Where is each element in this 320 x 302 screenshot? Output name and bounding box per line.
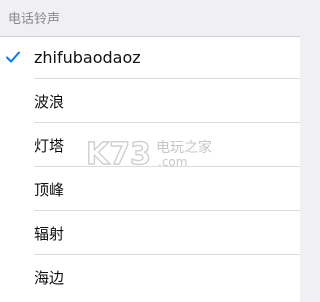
ringtone-row[interactable]: 波浪 [0,81,300,123]
row-divider [34,210,300,211]
row-divider [34,254,300,255]
ringtone-row[interactable]: 辐射 [0,213,300,255]
ringtone-list: zhifubaodaoz 波浪 灯塔 顶峰 辐射 海边 [0,36,300,302]
ringtone-label: zhifubaodaoz [34,48,141,67]
ringtone-row[interactable]: 灯塔 [0,125,300,167]
ringtone-label: 海边 [34,269,65,287]
ringtone-label: 波浪 [34,93,65,111]
row-divider [34,78,300,79]
ringtone-row[interactable]: 顶峰 [0,169,300,211]
checkmark-icon [6,51,20,63]
ringtone-label: 辐射 [34,225,65,243]
ringtone-label: 灯塔 [34,137,65,155]
section-header: 电话铃声 [0,0,300,36]
ringtone-row[interactable]: 海边 [0,257,300,299]
ringtone-label: 顶峰 [34,181,65,199]
row-divider [34,122,300,123]
row-divider [34,166,300,167]
section-header-title: 电话铃声 [8,12,61,27]
ringtone-row[interactable]: zhifubaodaoz [0,37,300,79]
